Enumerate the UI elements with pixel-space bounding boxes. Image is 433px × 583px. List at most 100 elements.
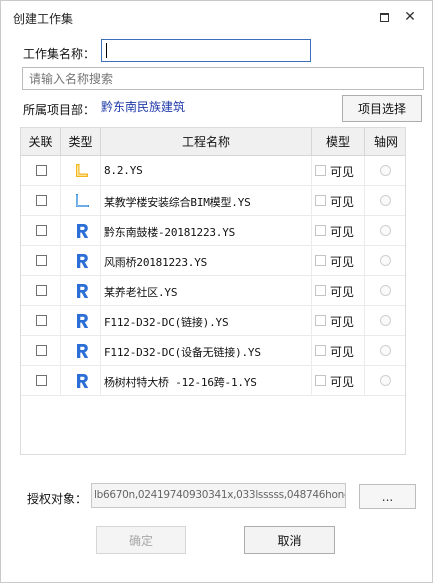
link-checkbox[interactable] — [36, 165, 47, 176]
ok-button[interactable]: 确定 — [96, 526, 186, 554]
link-cell — [21, 336, 61, 366]
project-select-button[interactable]: 项目选择 — [342, 95, 422, 122]
link-cell — [21, 276, 61, 306]
grid-radio[interactable] — [380, 195, 391, 206]
grid-radio[interactable] — [380, 165, 391, 176]
auth-object-field[interactable]: lb6670n,02419740930341x,033lsssss,048746… — [91, 483, 346, 508]
model-visible-checkbox[interactable] — [315, 375, 326, 386]
header-model[interactable]: 模型 — [312, 128, 365, 156]
link-checkbox[interactable] — [36, 225, 47, 236]
header-grid[interactable]: 轴网 — [365, 128, 405, 156]
type-cell — [61, 216, 101, 246]
table-row[interactable]: 某教学楼安装综合BIM模型.YS 可见 — [21, 186, 405, 216]
grid-cell — [365, 276, 405, 306]
project-name: 某养老社区.YS — [104, 286, 178, 299]
name-cell: 某养老社区.YS — [101, 276, 312, 306]
name-cell: 某教学楼安装综合BIM模型.YS — [101, 186, 312, 216]
project-table: 关联 类型 工程名称 模型 轴网 8.2.YS 可见 某教学楼安装综合BIM模型… — [20, 127, 406, 455]
model-visible-checkbox[interactable] — [315, 195, 326, 206]
project-label: 所属项目部： — [23, 103, 96, 117]
model-visible-checkbox[interactable] — [315, 225, 326, 236]
revit-icon — [73, 342, 91, 360]
link-cell — [21, 156, 61, 186]
model-visible-checkbox[interactable] — [315, 255, 326, 266]
grid-radio[interactable] — [380, 255, 391, 266]
name-cell: 8.2.YS — [101, 156, 312, 186]
project-name: F112-D32-DC(链接).YS — [104, 316, 229, 329]
grid-radio[interactable] — [380, 285, 391, 296]
project-name: 某教学楼安装综合BIM模型.YS — [104, 196, 251, 209]
project-name: 黔东南鼓楼-20181223.YS — [104, 226, 236, 239]
grid-cell — [365, 366, 405, 396]
project-value: 黔东南民族建筑 — [101, 100, 186, 114]
link-checkbox[interactable] — [36, 345, 47, 356]
type-cell — [61, 366, 101, 396]
model-cell: 可见 — [312, 366, 365, 396]
revit-icon — [73, 312, 91, 330]
model-cell: 可见 — [312, 156, 365, 186]
model-visible-checkbox[interactable] — [315, 345, 326, 356]
table-row[interactable]: 黔东南鼓楼-20181223.YS 可见 — [21, 216, 405, 246]
link-checkbox[interactable] — [36, 255, 47, 266]
maximize-button[interactable] — [373, 7, 395, 27]
type-cell — [61, 246, 101, 276]
model-visible-checkbox[interactable] — [315, 315, 326, 326]
search-input[interactable] — [22, 67, 424, 90]
text-caret — [106, 43, 107, 58]
cad-folder-icon — [73, 162, 91, 180]
model-visible-checkbox[interactable] — [315, 165, 326, 176]
link-checkbox[interactable] — [36, 375, 47, 386]
grid-cell — [365, 246, 405, 276]
table-row[interactable]: 8.2.YS 可见 — [21, 156, 405, 186]
window-title: 创建工作集 — [13, 12, 74, 26]
cancel-button[interactable]: 取消 — [244, 526, 335, 554]
revit-icon — [73, 222, 91, 240]
table-row[interactable]: 风雨桥20181223.YS 可见 — [21, 246, 405, 276]
grid-cell — [365, 306, 405, 336]
model-cell: 可见 — [312, 246, 365, 276]
grid-radio[interactable] — [380, 375, 391, 386]
type-cell — [61, 336, 101, 366]
auth-browse-button[interactable]: ... — [359, 484, 416, 509]
grid-radio[interactable] — [380, 225, 391, 236]
table-row[interactable]: 杨树村特大桥 -12-16跨-1.YS 可见 — [21, 366, 405, 396]
header-type[interactable]: 类型 — [61, 128, 101, 156]
table-header: 关联 类型 工程名称 模型 轴网 — [21, 128, 405, 156]
type-cell — [61, 276, 101, 306]
link-cell — [21, 216, 61, 246]
workset-name-input[interactable] — [101, 39, 311, 62]
create-workset-dialog: 创建工作集 ✕ 工作集名称： 所属项目部： 黔东南民族建筑 项目选择 关联 类型… — [0, 0, 433, 583]
link-checkbox[interactable] — [36, 285, 47, 296]
close-button[interactable]: ✕ — [399, 7, 421, 27]
table-row[interactable]: 某养老社区.YS 可见 — [21, 276, 405, 306]
link-cell — [21, 246, 61, 276]
table-row[interactable]: F112-D32-DC(链接).YS 可见 — [21, 306, 405, 336]
link-cell — [21, 186, 61, 216]
model-cell: 可见 — [312, 186, 365, 216]
name-cell: F112-D32-DC(链接).YS — [101, 306, 312, 336]
grid-cell — [365, 156, 405, 186]
grid-radio[interactable] — [380, 315, 391, 326]
header-name[interactable]: 工程名称 — [101, 128, 312, 156]
name-cell: 黔东南鼓楼-20181223.YS — [101, 216, 312, 246]
project-name: 杨树村特大桥 -12-16跨-1.YS — [104, 376, 257, 389]
revit-icon — [73, 372, 91, 390]
project-name: 8.2.YS — [104, 164, 143, 177]
model-visible-checkbox[interactable] — [315, 285, 326, 296]
model-cell: 可见 — [312, 306, 365, 336]
header-link[interactable]: 关联 — [21, 128, 61, 156]
link-checkbox[interactable] — [36, 195, 47, 206]
grid-cell — [365, 216, 405, 246]
type-cell — [61, 306, 101, 336]
link-checkbox[interactable] — [36, 315, 47, 326]
link-cell — [21, 306, 61, 336]
steel-angle-icon — [73, 192, 91, 210]
name-cell: 风雨桥20181223.YS — [101, 246, 312, 276]
title-bar[interactable]: 创建工作集 ✕ — [1, 1, 432, 33]
model-cell: 可见 — [312, 216, 365, 246]
model-visible-label: 可见 — [330, 195, 355, 209]
model-visible-label: 可见 — [330, 165, 355, 179]
grid-radio[interactable] — [380, 345, 391, 356]
table-row[interactable]: F112-D32-DC(设备无链接).YS 可见 — [21, 336, 405, 366]
type-cell — [61, 156, 101, 186]
